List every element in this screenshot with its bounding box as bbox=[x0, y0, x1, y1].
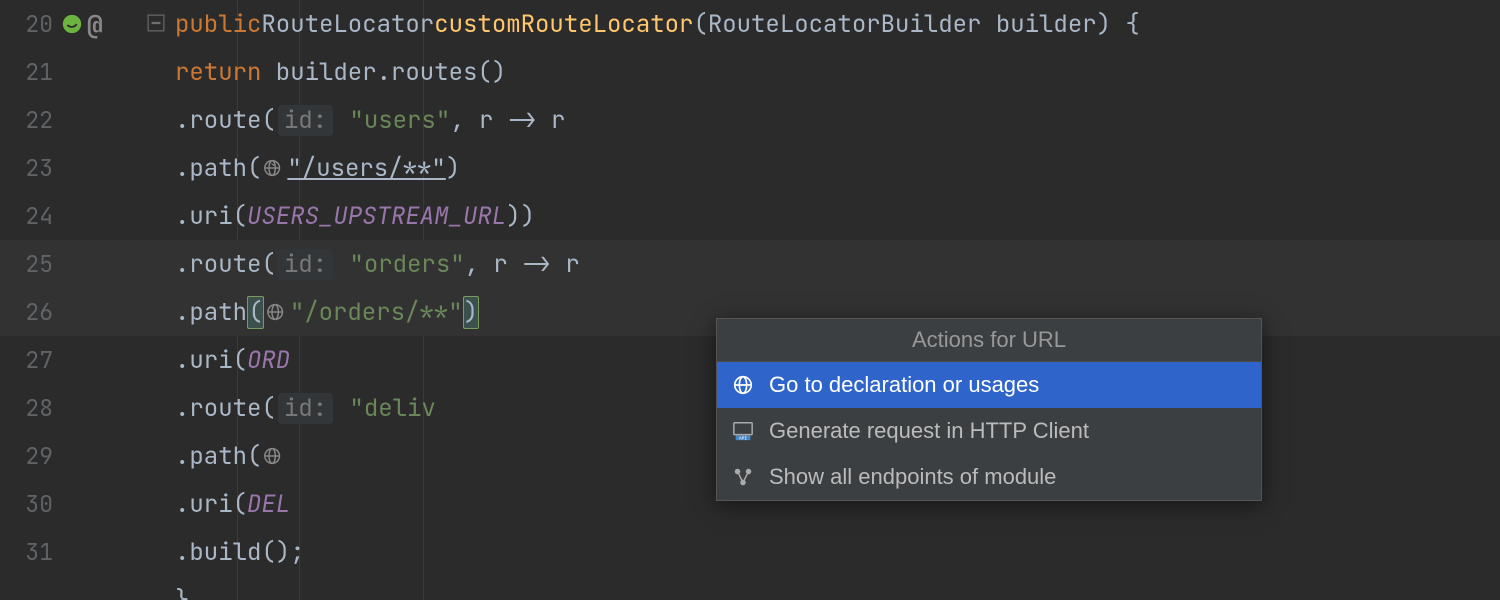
line-number: 21 bbox=[0, 57, 53, 87]
line-number: 26 bbox=[0, 297, 53, 327]
endpoints-icon bbox=[731, 465, 755, 489]
bracket-match: ) bbox=[463, 296, 479, 329]
line-number: 23 bbox=[0, 153, 53, 183]
code-area[interactable]: public RouteLocator customRouteLocator(R… bbox=[175, 0, 1500, 600]
url-path[interactable]: "/users/**" bbox=[287, 153, 445, 184]
code-line[interactable]: .build(); bbox=[175, 528, 1500, 576]
line-number: 24 bbox=[0, 201, 53, 231]
line-number: 29 bbox=[0, 441, 53, 471]
line-number: 22 bbox=[0, 105, 53, 135]
code-line[interactable]: .route( id: "users", r -> r bbox=[175, 96, 1500, 144]
spring-bean-icon[interactable] bbox=[61, 13, 83, 35]
code-line[interactable]: .path("/users/**") bbox=[175, 144, 1500, 192]
parameter-hint: id: bbox=[278, 105, 333, 136]
code-line[interactable]: return builder.routes() bbox=[175, 48, 1500, 96]
line-number: 20 bbox=[0, 9, 53, 39]
url-path[interactable]: "/orders/**" bbox=[290, 297, 463, 328]
line-number: 31 bbox=[0, 537, 53, 567]
bracket-match: ( bbox=[247, 296, 263, 329]
parameter-hint: id: bbox=[278, 249, 333, 280]
api-icon: API bbox=[731, 419, 755, 443]
code-line[interactable]: .route( id: "orders", r -> r bbox=[175, 240, 1500, 288]
parameter-hint: id: bbox=[278, 393, 333, 424]
fold-collapse-icon[interactable] bbox=[147, 14, 167, 34]
action-generate-http-request[interactable]: API Generate request in HTTP Client bbox=[717, 408, 1261, 454]
globe-icon[interactable] bbox=[261, 445, 287, 467]
svg-text:API: API bbox=[739, 436, 747, 442]
code-line[interactable]: public RouteLocator customRouteLocator(R… bbox=[175, 0, 1500, 48]
popup-title: Actions for URL bbox=[717, 319, 1261, 362]
code-line[interactable]: } bbox=[175, 576, 1500, 600]
line-number: 27 bbox=[0, 345, 53, 375]
popup-item-label: Generate request in HTTP Client bbox=[769, 418, 1089, 444]
globe-icon[interactable] bbox=[264, 301, 290, 323]
at-annotation-icon[interactable]: @ bbox=[87, 7, 103, 42]
gutter: 20 @ 21 22 23 24 25 26 27 28 29 30 31 bbox=[0, 0, 175, 600]
popup-item-label: Show all endpoints of module bbox=[769, 464, 1056, 490]
action-show-endpoints[interactable]: Show all endpoints of module bbox=[717, 454, 1261, 500]
popup-item-label: Go to declaration or usages bbox=[769, 372, 1039, 398]
action-go-to-declaration[interactable]: Go to declaration or usages bbox=[717, 362, 1261, 408]
url-actions-popup: Actions for URL Go to declaration or usa… bbox=[716, 318, 1262, 501]
line-number: 30 bbox=[0, 489, 53, 519]
globe-icon bbox=[731, 373, 755, 397]
globe-icon[interactable] bbox=[261, 157, 287, 179]
code-line[interactable]: .uri(USERS_UPSTREAM_URL)) bbox=[175, 192, 1500, 240]
code-editor: 20 @ 21 22 23 24 25 26 27 28 29 30 31 bbox=[0, 0, 1500, 600]
line-number: 25 bbox=[0, 249, 53, 279]
line-number: 28 bbox=[0, 393, 53, 423]
